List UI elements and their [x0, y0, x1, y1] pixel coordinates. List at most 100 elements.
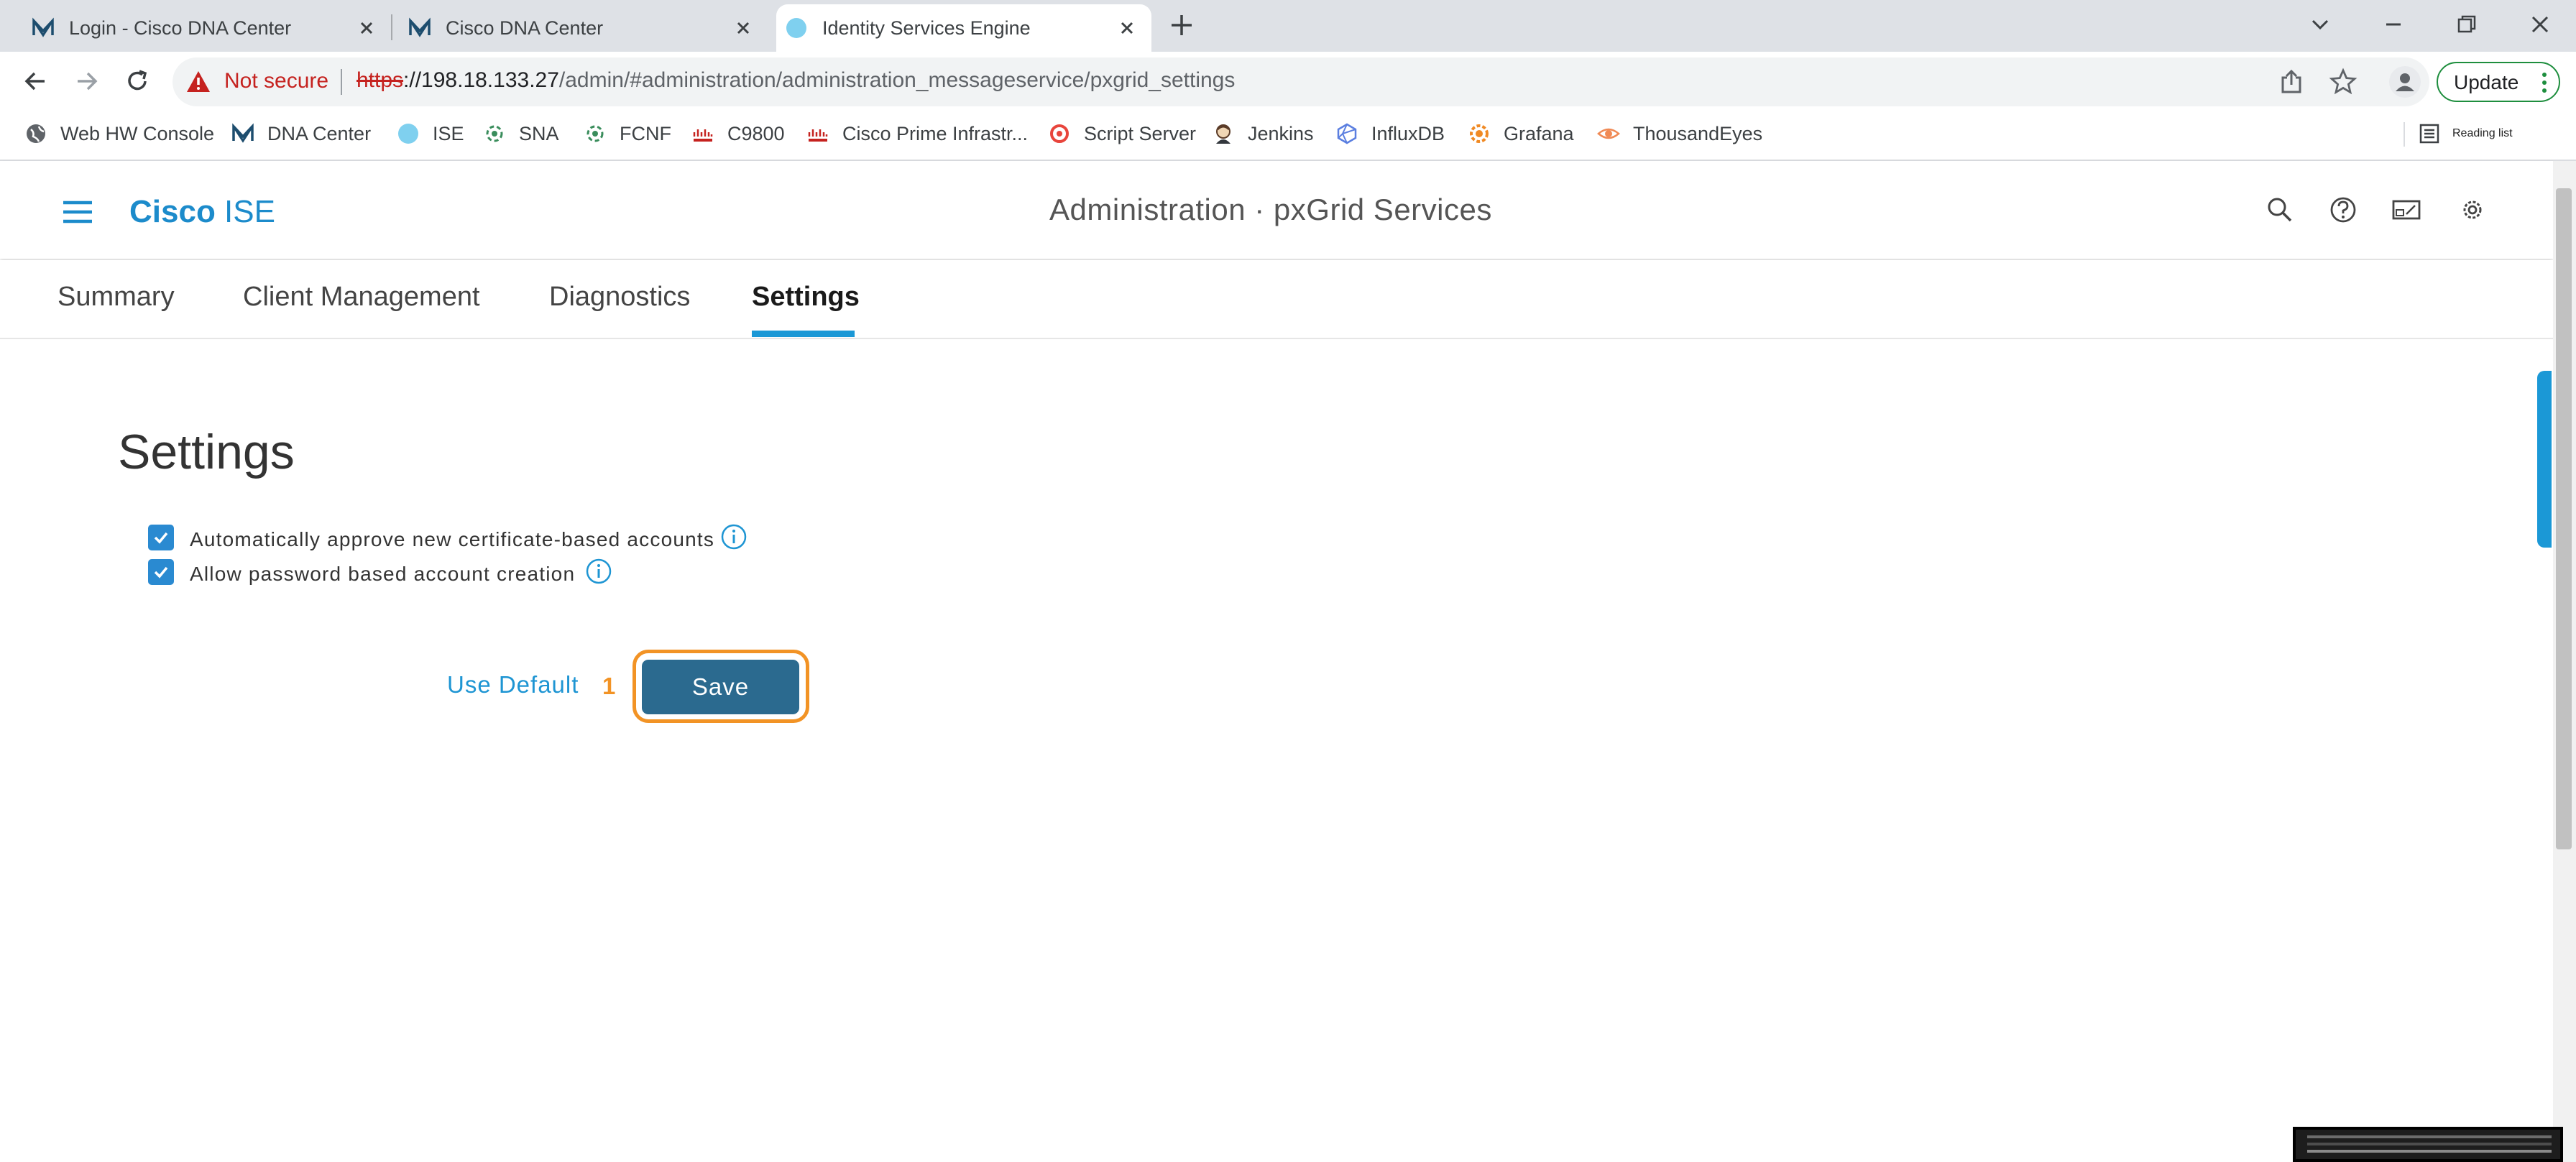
bookmark-label: Grafana — [1504, 122, 1574, 144]
grafana-icon — [1470, 124, 1489, 143]
tab-settings[interactable]: Settings — [752, 282, 860, 313]
tab-title: Cisco DNA Center — [446, 17, 604, 39]
bookmark-c9800[interactable]: C9800 — [691, 119, 785, 148]
auto-approve-label: Automatically approve new certificate-ba… — [190, 528, 715, 550]
brand-logo[interactable]: Cisco ISE — [129, 194, 275, 230]
bookmark-label: InfluxDB — [1371, 122, 1445, 144]
cisco-icon — [693, 129, 713, 142]
bookmark-label: Cisco Prime Infrastr... — [842, 122, 1029, 144]
bookmark-label: Script Server — [1084, 122, 1197, 144]
checkmark-icon — [154, 532, 168, 544]
browser-tab-dna[interactable]: Cisco DNA Center — [397, 4, 768, 52]
password-account-label: Allow password based account creation — [190, 563, 576, 585]
url-path: /admin/#administration/administration_me… — [558, 68, 1236, 92]
globe-icon — [27, 124, 45, 143]
close-tab-icon[interactable] — [355, 17, 378, 40]
bookmark-script-server[interactable]: Script Server — [1048, 119, 1196, 148]
info-icon[interactable] — [720, 523, 748, 550]
bookmark-label: Jenkins — [1248, 122, 1314, 144]
bookmark-fcnf[interactable]: FCNF — [584, 119, 671, 148]
bookmark-label: ISE — [433, 122, 464, 144]
ise-globe-icon — [398, 124, 418, 144]
tab-title: Identity Services Engine — [822, 17, 1031, 39]
page-title: Administration · pxGrid Services — [1049, 193, 1492, 226]
step-number-annotation: 1 — [602, 673, 616, 699]
thousandeyes-icon — [1597, 128, 1620, 139]
dna-center-icon — [232, 123, 254, 143]
tab-separator — [391, 14, 392, 40]
bookmark-jenkins[interactable]: Jenkins — [1212, 119, 1314, 148]
password-account-checkbox[interactable] — [148, 559, 174, 585]
bookmark-label: ThousandEyes — [1633, 122, 1763, 144]
gear-icon[interactable] — [2457, 194, 2488, 226]
not-secure-label[interactable]: Not secure — [224, 69, 328, 93]
info-icon[interactable] — [585, 558, 612, 585]
sna-icon — [486, 125, 503, 142]
reading-list-button[interactable]: Reading list — [2418, 119, 2513, 148]
page-scrollbar-thumb[interactable] — [2556, 188, 2572, 849]
person-icon — [2396, 73, 2414, 91]
ise-globe-icon — [786, 18, 806, 38]
bookmark-label: FCNF — [620, 122, 671, 144]
bookmark-web-hw-console[interactable]: Web HW Console — [24, 119, 214, 148]
brand-product: ISE — [215, 194, 275, 229]
reading-list-label: Reading list — [2452, 127, 2513, 139]
bookmark-label: SNA — [519, 122, 559, 144]
search-icon[interactable] — [2264, 194, 2296, 226]
minimize-icon[interactable] — [2379, 10, 2408, 39]
warning-triangle-icon[interactable] — [185, 69, 211, 95]
bookmark-ise[interactable]: ISE — [397, 119, 464, 148]
back-icon[interactable] — [20, 66, 50, 96]
brand-bold: Cisco — [129, 194, 216, 229]
tab-client-management[interactable]: Client Management — [243, 282, 480, 313]
browser-tab-login-dna[interactable]: Login - Cisco DNA Center — [20, 4, 391, 52]
close-tab-icon[interactable] — [732, 17, 755, 40]
screen-thumbnail-overlay — [2293, 1127, 2563, 1162]
bookmark-grafana[interactable]: Grafana — [1468, 119, 1574, 148]
reading-list-icon — [2419, 124, 2439, 144]
active-tab-indicator — [752, 331, 855, 337]
checkmark-icon — [154, 566, 168, 578]
help-icon[interactable] — [2327, 194, 2359, 226]
bookmark-star-icon[interactable] — [2329, 68, 2358, 96]
tab-summary[interactable]: Summary — [58, 282, 175, 313]
bookmark-sna[interactable]: SNA — [483, 119, 559, 148]
jenkins-icon — [1216, 124, 1230, 144]
forward-icon[interactable] — [72, 66, 102, 96]
bookmark-label: C9800 — [727, 122, 785, 144]
reload-icon[interactable] — [122, 66, 152, 96]
use-default-link[interactable]: Use Default — [447, 671, 579, 698]
hamburger-menu-icon[interactable] — [62, 200, 93, 224]
url-protocol: https — [356, 68, 404, 92]
cisco-icon — [808, 129, 828, 142]
url-text[interactable]: https://198.18.133.27/admin/#administrat… — [356, 68, 1235, 93]
dna-center-icon — [409, 17, 431, 37]
bookmark-label: DNA Center — [267, 122, 372, 144]
share-icon[interactable] — [2277, 68, 2306, 96]
update-label: Update — [2454, 71, 2519, 93]
browser-tab-ise[interactable]: Identity Services Engine — [776, 4, 1151, 52]
side-panel-handle[interactable] — [2537, 371, 2552, 548]
auto-approve-checkbox[interactable] — [148, 525, 174, 550]
tab-search-chevron-icon[interactable] — [2306, 10, 2334, 39]
address-separator — [341, 69, 342, 95]
script-server-icon — [1050, 124, 1069, 143]
bookmark-dna-center[interactable]: DNA Center — [231, 119, 371, 148]
save-button[interactable]: Save — [642, 660, 799, 714]
influxdb-icon — [1337, 123, 1357, 144]
context-visibility-icon[interactable] — [2391, 194, 2422, 226]
update-button[interactable]: Update — [2437, 62, 2560, 102]
bookmarks-separator — [2404, 122, 2405, 147]
bookmark-cisco-prime[interactable]: Cisco Prime Infrastr... — [806, 119, 1028, 148]
tab-diagnostics[interactable]: Diagnostics — [549, 282, 690, 313]
restore-icon[interactable] — [2452, 10, 2481, 39]
bookmark-label: Web HW Console — [60, 122, 215, 144]
tab-title: Login - Cisco DNA Center — [69, 17, 292, 39]
bookmark-influxdb[interactable]: InfluxDB — [1335, 119, 1445, 148]
profile-avatar[interactable] — [2389, 66, 2421, 98]
new-tab-icon[interactable] — [1169, 12, 1195, 38]
bookmark-thousandeyes[interactable]: ThousandEyes — [1597, 119, 1762, 148]
close-tab-icon[interactable] — [1116, 17, 1138, 40]
close-window-icon[interactable] — [2526, 10, 2554, 39]
fcnf-icon — [586, 125, 604, 142]
